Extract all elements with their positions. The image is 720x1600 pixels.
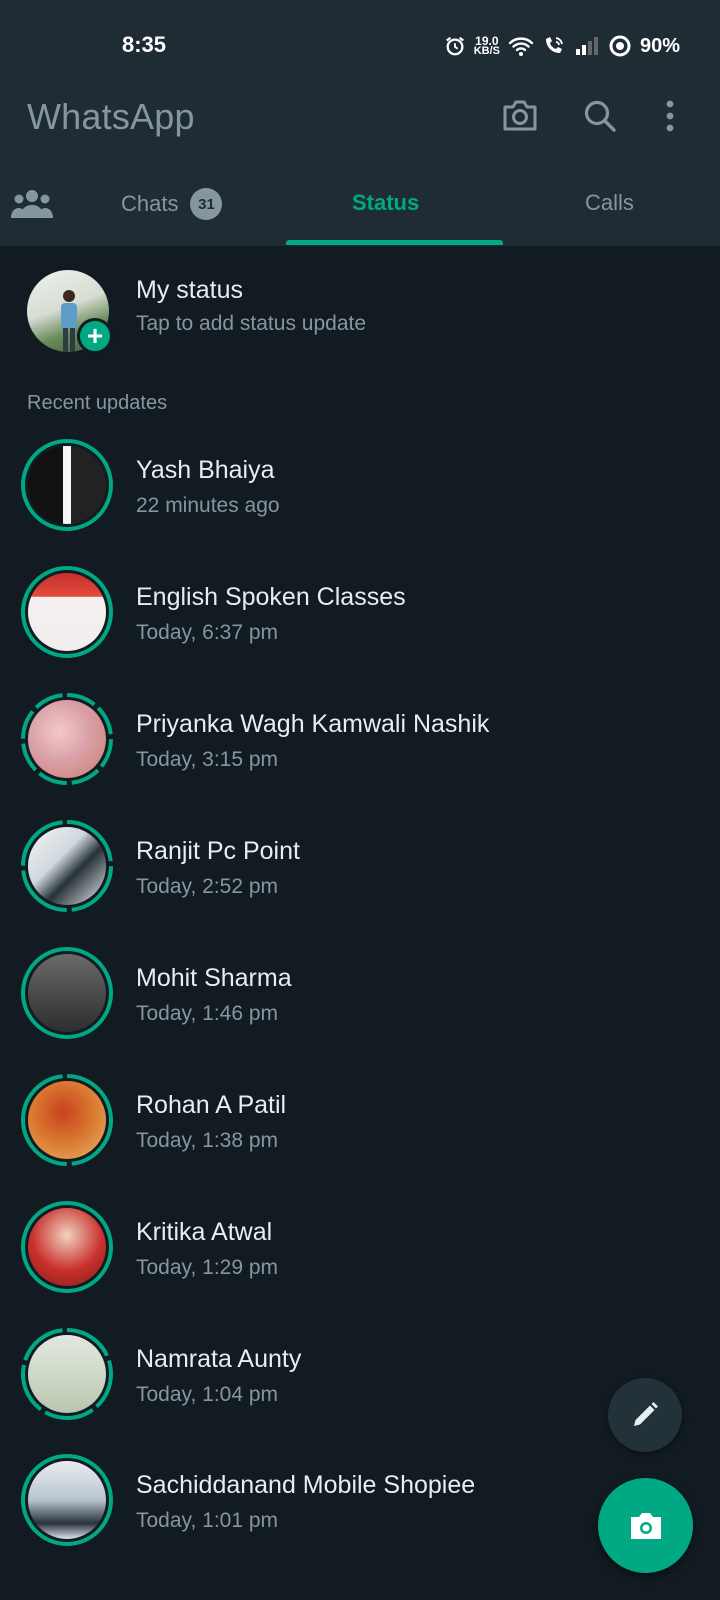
status-time: 22 minutes ago	[136, 494, 280, 517]
status-row[interactable]: English Spoken Classes Today, 6:37 pm	[0, 565, 720, 694]
tab-calls[interactable]: Calls	[585, 190, 634, 216]
contact-name: Rohan A Patil	[136, 1091, 287, 1119]
alarm-icon	[445, 36, 464, 56]
add-status-icon[interactable]: +	[77, 318, 113, 354]
search-icon[interactable]	[580, 96, 620, 136]
active-tab-indicator	[286, 240, 503, 245]
status-thumbnail	[28, 1081, 106, 1159]
community-icon[interactable]	[10, 186, 54, 222]
contact-name: Priyanka Wagh Kamwali Nashik	[136, 710, 490, 738]
camera-status-button[interactable]	[598, 1478, 693, 1573]
system-status-bar: 8:35 19.0 KB/S 90%	[0, 0, 720, 90]
tab-status[interactable]: Status	[352, 190, 419, 216]
unread-badge: 31	[190, 188, 223, 220]
status-row[interactable]: Mohit Sharma Today, 1:46 pm	[0, 946, 720, 1075]
battery-ring-icon	[609, 35, 631, 57]
more-vert-icon[interactable]	[650, 96, 690, 136]
status-time: 8:35	[122, 32, 167, 57]
contact-name: Yash Bhaiya	[136, 456, 275, 484]
tab-bar: Chats 31 Status Calls	[0, 168, 720, 246]
status-row[interactable]: Priyanka Wagh Kamwali Nashik Today, 3:15 …	[0, 692, 720, 821]
status-time: Today, 1:29 pm	[136, 1256, 279, 1279]
status-time: Today, 1:46 pm	[136, 1002, 279, 1025]
status-thumbnail	[28, 573, 106, 651]
app-title: WhatsApp	[27, 96, 195, 137]
pencil-icon	[634, 1402, 658, 1426]
contact-name: Sachiddanand Mobile Shopiee	[136, 1471, 476, 1499]
my-status-row[interactable]: + My status Tap to add status update	[0, 260, 720, 360]
status-time: Today, 1:01 pm	[136, 1509, 279, 1532]
status-row[interactable]: Kritika Atwal Today, 1:29 pm	[0, 1200, 720, 1329]
contact-name: English Spoken Classes	[136, 583, 406, 611]
status-thumbnail	[28, 1335, 106, 1413]
tab-calls-label: Calls	[585, 190, 634, 215]
contact-name: Kritika Atwal	[136, 1218, 273, 1246]
tab-chats-label: Chats	[121, 191, 179, 216]
status-time: Today, 1:04 pm	[136, 1383, 279, 1406]
status-row[interactable]: Rohan A Patil Today, 1:38 pm	[0, 1073, 720, 1202]
status-thumbnail	[28, 954, 106, 1032]
my-status-title: My status	[136, 276, 243, 304]
contact-name: Ranjit Pc Point	[136, 837, 300, 865]
recent-updates-heading: Recent updates	[27, 392, 168, 414]
status-row[interactable]: Namrata Aunty Today, 1:04 pm	[0, 1327, 720, 1456]
status-time: Today, 3:15 pm	[136, 748, 279, 771]
camera-icon	[630, 1512, 661, 1539]
status-time: Today, 2:52 pm	[136, 875, 279, 898]
contact-name: Mohit Sharma	[136, 964, 292, 992]
status-time: Today, 1:38 pm	[136, 1129, 279, 1152]
my-status-subtitle: Tap to add status update	[136, 312, 367, 335]
status-row[interactable]: Yash Bhaiya 22 minutes ago	[0, 438, 720, 567]
status-icons: 19.0 KB/S 90%	[444, 30, 680, 62]
tab-chats[interactable]: Chats 31	[121, 188, 223, 220]
contact-name: Namrata Aunty	[136, 1345, 302, 1373]
text-status-button[interactable]	[608, 1378, 682, 1452]
wifi-icon	[508, 37, 534, 56]
signal-icon	[575, 37, 598, 55]
tab-status-label: Status	[352, 190, 420, 215]
status-thumbnail	[28, 1461, 106, 1539]
battery-percent: 90%	[639, 34, 680, 57]
status-row[interactable]: Ranjit Pc Point Today, 2:52 pm	[0, 819, 720, 948]
status-thumbnail	[28, 700, 106, 778]
status-thumbnail	[28, 827, 106, 905]
wifi-calling-icon	[545, 37, 563, 53]
status-time: Today, 6:37 pm	[136, 621, 279, 644]
status-thumbnail	[28, 1208, 106, 1286]
camera-icon[interactable]	[500, 96, 540, 136]
net-speed-unit: KB/S	[473, 45, 500, 57]
status-thumbnail	[28, 446, 106, 524]
net-speed: 19.0 KB/S	[473, 35, 500, 57]
